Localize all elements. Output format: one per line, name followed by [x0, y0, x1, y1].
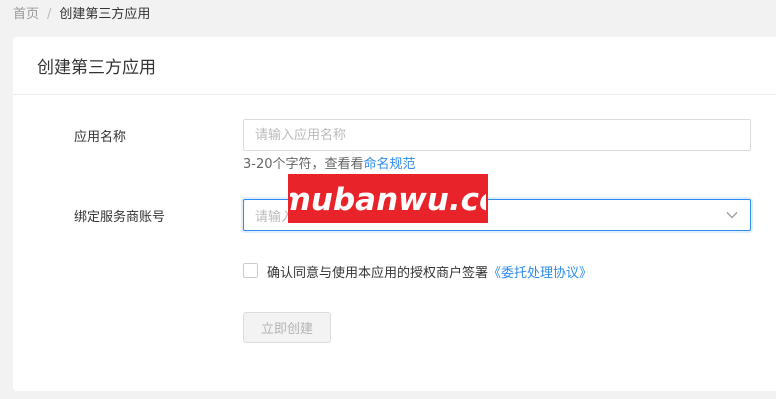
app-name-label: 应用名称	[74, 130, 127, 145]
merchant-account-label: 绑定服务商账号	[74, 210, 166, 225]
breadcrumb-separator: /	[47, 7, 52, 22]
page-title: 创建第三方应用	[37, 58, 156, 78]
app-name-input[interactable]	[243, 119, 751, 151]
agreement-checkbox[interactable]	[243, 263, 258, 278]
chevron-down-icon	[725, 208, 739, 222]
card-header: 创建第三方应用	[13, 37, 776, 95]
naming-rules-link[interactable]: 命名规范	[364, 157, 416, 172]
watermark-logo: mubanwu.cc	[288, 174, 488, 223]
delegation-agreement-link[interactable]: 《委托处理协议》	[488, 266, 592, 281]
breadcrumb-current: 创建第三方应用	[59, 7, 151, 22]
agreement-text: 确认同意与使用本应用的授权商户签署《委托处理协议》	[267, 262, 592, 281]
hint-text: 3-20个字符，查看看	[243, 157, 364, 172]
agreement-label: 确认同意与使用本应用的授权商户签署	[267, 266, 489, 281]
breadcrumb: 首页 / 创建第三方应用	[13, 6, 150, 24]
app-name-hint: 3-20个字符，查看看命名规范	[243, 153, 416, 172]
breadcrumb-home-link[interactable]: 首页	[13, 7, 39, 22]
create-now-button[interactable]: 立即创建	[243, 312, 331, 343]
svg-text:mubanwu.cc: mubanwu.cc	[290, 182, 486, 218]
